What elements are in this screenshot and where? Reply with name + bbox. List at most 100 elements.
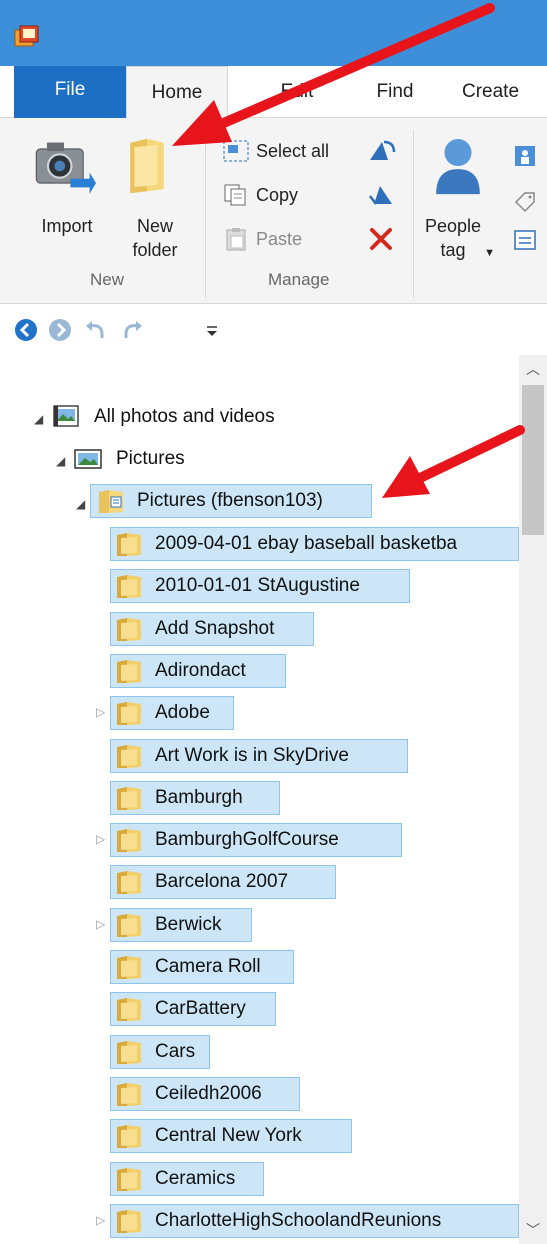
folder-icon bbox=[117, 659, 141, 683]
scrollbar-thumb[interactable] bbox=[522, 385, 544, 535]
folder-label: Camera Roll bbox=[155, 956, 261, 977]
new-folder-label: New folder bbox=[132, 216, 178, 260]
group-label-manage: Manage bbox=[268, 270, 330, 289]
rotate-right-icon[interactable] bbox=[366, 182, 396, 208]
copy-label: Copy bbox=[256, 185, 299, 205]
tab-edit[interactable]: Edit bbox=[262, 66, 332, 118]
new-folder-button[interactable]: New folder bbox=[112, 128, 198, 268]
select-all-button[interactable]: Select all bbox=[222, 136, 329, 166]
folder-tree: ◢ All photos and videos ◢ Pictures ◢ Pic… bbox=[0, 355, 547, 1244]
folder-icon bbox=[117, 702, 141, 726]
group-separator bbox=[413, 130, 414, 298]
select-all-icon bbox=[223, 140, 249, 162]
folder-item[interactable]: Adirondact bbox=[110, 653, 286, 688]
folder-label: Bamburgh bbox=[155, 786, 243, 808]
people-tag-button[interactable]: People tag ▼ bbox=[420, 128, 506, 268]
folder-icon bbox=[117, 956, 141, 979]
folder-item[interactable]: 2010-01-01 StAugustine bbox=[110, 569, 410, 604]
folder-item[interactable]: Bamburgh bbox=[110, 780, 280, 815]
folder-label: 2010-01-01 StAugustine bbox=[155, 575, 360, 597]
tag-icon[interactable] bbox=[513, 190, 537, 214]
customize-toolbar-icon[interactable] bbox=[204, 323, 220, 339]
expand-arrow-icon[interactable]: ▷ bbox=[96, 706, 108, 718]
folder-icon bbox=[117, 1040, 141, 1064]
rotate-left-icon[interactable] bbox=[366, 138, 396, 164]
expand-arrow-icon[interactable]: ▷ bbox=[96, 833, 108, 845]
folder-item[interactable]: Adobe bbox=[110, 696, 234, 731]
pictures-library-icon bbox=[74, 449, 102, 469]
tree-library-item[interactable]: Pictures (fbenson103) bbox=[90, 484, 372, 518]
info-icon[interactable] bbox=[513, 144, 537, 168]
folder-label: Add Snapshot bbox=[155, 617, 275, 639]
ribbon-tabs: File Home Edit Find Create bbox=[0, 66, 547, 119]
folder-item[interactable]: Ceramics bbox=[110, 1161, 264, 1196]
folder-item[interactable]: Central New York bbox=[110, 1119, 352, 1154]
forward-arrow-icon[interactable] bbox=[48, 318, 72, 342]
tab-create[interactable]: Create bbox=[462, 66, 547, 118]
folder-label: Ceiledh2006 bbox=[155, 1082, 262, 1104]
folder-item[interactable]: 2009-04-01 ebay baseball basketba bbox=[110, 527, 519, 561]
quick-access-toolbar bbox=[0, 305, 547, 355]
people-tag-text: People tag bbox=[425, 216, 482, 260]
photos-videos-icon bbox=[53, 405, 79, 427]
folder-icon bbox=[117, 744, 141, 768]
import-button[interactable]: Import bbox=[22, 128, 112, 248]
tree-pictures-item[interactable]: Pictures bbox=[116, 442, 185, 476]
paste-label: Paste bbox=[256, 229, 303, 249]
camera-import-icon bbox=[35, 142, 96, 194]
folder-label: Central New York bbox=[155, 1125, 302, 1147]
people-tag-label: People tag ▼ bbox=[420, 214, 500, 265]
library-label: Pictures (fbenson103) bbox=[137, 490, 323, 511]
tab-home[interactable]: Home bbox=[126, 66, 228, 119]
folder-label: Berwick bbox=[155, 913, 222, 935]
folder-icon bbox=[117, 1209, 141, 1233]
collapse-arrow-icon[interactable]: ◢ bbox=[76, 498, 88, 510]
paste-button[interactable]: Paste bbox=[222, 224, 302, 254]
copy-button[interactable]: Copy bbox=[222, 180, 298, 210]
folder-label: Art Work is in SkyDrive bbox=[155, 744, 349, 766]
folder-icon bbox=[117, 829, 141, 853]
tab-file[interactable]: File bbox=[14, 66, 126, 118]
undo-icon[interactable] bbox=[84, 318, 108, 342]
collapse-arrow-icon[interactable]: ◢ bbox=[34, 413, 46, 425]
title-bar bbox=[0, 0, 547, 66]
folder-icon bbox=[117, 1082, 141, 1106]
folder-icon bbox=[117, 913, 141, 937]
tab-find[interactable]: Find bbox=[360, 66, 430, 118]
photo-gallery-icon[interactable] bbox=[14, 24, 40, 48]
expand-arrow-icon[interactable]: ▷ bbox=[96, 1214, 108, 1226]
folder-label: Cars bbox=[155, 1040, 196, 1062]
caption-icon[interactable] bbox=[513, 228, 537, 252]
folder-label: CarBattery bbox=[155, 998, 246, 1020]
select-all-label: Select all bbox=[256, 141, 330, 161]
tree-root-item[interactable]: All photos and videos bbox=[94, 400, 275, 434]
back-arrow-icon[interactable] bbox=[14, 318, 38, 342]
dropdown-arrow-icon: ▼ bbox=[481, 247, 495, 259]
folder-item[interactable]: Camera Roll bbox=[110, 950, 294, 984]
folder-item[interactable]: Add Snapshot bbox=[110, 611, 314, 646]
copy-icon bbox=[224, 184, 246, 206]
folder-item[interactable]: Barcelona 2007 bbox=[110, 865, 336, 900]
redo-icon[interactable] bbox=[120, 318, 144, 342]
folder-label: CharlotteHighSchoolandReunions bbox=[155, 1209, 442, 1231]
folder-label: Adirondact bbox=[155, 659, 246, 681]
vertical-scrollbar[interactable]: ︿ ﹀ bbox=[519, 355, 547, 1244]
folder-item[interactable]: CarBattery bbox=[110, 992, 276, 1027]
delete-icon[interactable] bbox=[366, 226, 396, 252]
collapse-arrow-icon[interactable]: ◢ bbox=[56, 455, 68, 467]
folder-item[interactable]: Berwick bbox=[110, 907, 252, 942]
folder-item[interactable]: BamburghGolfCourse bbox=[110, 823, 402, 858]
folder-icon bbox=[117, 998, 141, 1022]
group-label-new: New bbox=[90, 270, 125, 289]
folder-icon bbox=[117, 786, 141, 810]
folder-item[interactable]: Ceiledh2006 bbox=[110, 1076, 300, 1111]
folder-item[interactable]: Art Work is in SkyDrive bbox=[110, 738, 408, 773]
folder-item[interactable]: Cars bbox=[110, 1034, 210, 1069]
scroll-up-arrow-icon[interactable]: ︿ bbox=[519, 355, 547, 383]
scroll-down-arrow-icon[interactable]: ﹀ bbox=[519, 1216, 547, 1244]
import-label: Import bbox=[41, 216, 93, 236]
folder-icon bbox=[130, 138, 164, 194]
folder-icon bbox=[117, 1167, 141, 1191]
folder-item[interactable]: CharlotteHighSchoolandReunions bbox=[110, 1203, 519, 1238]
expand-arrow-icon[interactable]: ▷ bbox=[96, 918, 108, 930]
